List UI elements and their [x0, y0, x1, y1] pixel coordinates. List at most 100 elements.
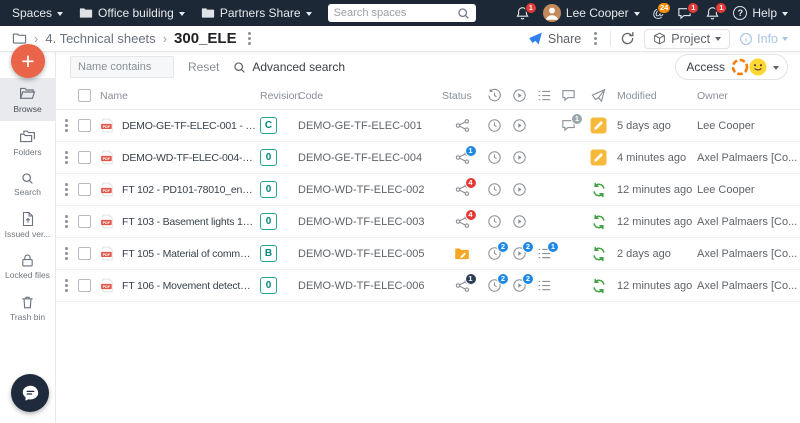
row-menu-button[interactable]	[56, 181, 76, 198]
workflow-icon[interactable]: 2	[512, 241, 534, 261]
header-revision-history-icon[interactable]	[482, 88, 507, 103]
revision-badge[interactable]: C	[260, 117, 277, 134]
sync-workflow-icon[interactable]	[591, 246, 607, 262]
status-flow-icon[interactable]: 4	[455, 209, 477, 229]
sidebar-item-issued-versions[interactable]: Issued ver...	[0, 204, 55, 246]
name-filter-input[interactable]	[70, 56, 174, 78]
table-row[interactable]: PDF DEMO-WD-TF-ELEC-004-FT 104... 0 DEMO-GE…	[56, 142, 800, 174]
row-checkbox[interactable]	[78, 119, 91, 132]
revision-history-icon[interactable]: 2	[487, 241, 509, 261]
sidebar-item-folders[interactable]: Folders	[0, 121, 55, 164]
revision-history-icon[interactable]: 2	[487, 273, 509, 293]
checklist-icon[interactable]: 1	[537, 241, 559, 261]
refresh-button[interactable]	[620, 31, 635, 46]
sync-workflow-icon[interactable]	[591, 182, 607, 198]
row-menu-button[interactable]	[56, 117, 76, 134]
checklist-icon[interactable]	[537, 278, 552, 293]
advanced-search-button[interactable]: Advanced search	[233, 60, 345, 74]
table-row[interactable]: PDF FT 102 - PD101-78010_engb.pdf 0 DEMO-WD…	[56, 174, 800, 206]
messages-button[interactable]: 1	[677, 1, 700, 21]
sidebar-item-trash-bin[interactable]: Trash bin	[0, 288, 55, 329]
header-checklist-icon[interactable]	[532, 88, 557, 103]
header-owner[interactable]: Owner	[697, 90, 800, 102]
revision-badge[interactable]: 0	[260, 213, 277, 230]
sidebar-item-browse[interactable]: Browse	[0, 78, 55, 122]
row-menu-button[interactable]	[56, 245, 76, 262]
user-menu[interactable]: Lee Cooper	[542, 4, 640, 22]
file-name[interactable]: DEMO-GE-TF-ELEC-001 - FT 101...	[122, 120, 256, 132]
sync-workflow-icon[interactable]	[591, 214, 607, 230]
spaces-search-box[interactable]	[327, 4, 476, 22]
mentions-button[interactable]: @ 24	[653, 1, 672, 21]
row-checkbox[interactable]	[78, 183, 91, 196]
folder-menu-button[interactable]	[244, 30, 255, 47]
revision-history-icon[interactable]	[487, 182, 502, 197]
row-checkbox[interactable]	[78, 279, 91, 292]
sidebar-item-locked-files[interactable]: Locked files	[0, 246, 55, 287]
spaces-menu[interactable]: Spaces	[12, 6, 64, 20]
table-row[interactable]: PDF FT 103 - Basement lights 1x28... 0 DEMO…	[56, 206, 800, 238]
reset-button[interactable]: Reset	[188, 60, 219, 74]
file-name[interactable]: FT 106 - Movement detector Pa...	[122, 280, 256, 292]
header-modified[interactable]: Modified	[617, 90, 697, 102]
revision-history-icon[interactable]	[487, 214, 502, 229]
revision-history-icon[interactable]	[487, 118, 502, 133]
header-comments-icon[interactable]	[557, 88, 580, 103]
workflow-icon[interactable]: 2	[512, 273, 534, 293]
draft-status-icon[interactable]	[454, 246, 470, 262]
workflow-icon[interactable]	[512, 214, 527, 229]
share-button[interactable]: Share	[528, 31, 581, 46]
select-all-checkbox[interactable]	[78, 89, 91, 102]
workflow-icon[interactable]	[512, 182, 527, 197]
header-status[interactable]: Status	[442, 90, 482, 102]
revision-badge[interactable]: 0	[260, 149, 277, 166]
row-menu-button[interactable]	[56, 149, 76, 166]
file-name[interactable]: FT 102 - PD101-78010_engb.pdf	[122, 184, 256, 196]
header-code[interactable]: Code	[298, 90, 442, 102]
header-notify-icon[interactable]	[580, 88, 617, 103]
space-selector[interactable]: Office building	[79, 6, 185, 20]
row-checkbox[interactable]	[78, 247, 91, 260]
add-document-button[interactable]: +	[11, 44, 45, 78]
spaces-search-input[interactable]	[333, 7, 453, 19]
revision-badge[interactable]: B	[260, 245, 277, 262]
status-cell	[442, 246, 482, 262]
edit-draft-icon[interactable]	[590, 117, 607, 134]
sync-workflow-icon[interactable]	[591, 278, 607, 294]
row-menu-button[interactable]	[56, 277, 76, 294]
revision-badge[interactable]: 0	[260, 181, 277, 198]
table-row[interactable]: PDF DEMO-GE-TF-ELEC-001 - FT 101... C DEMO-…	[56, 110, 800, 142]
breadcrumb-parent-link[interactable]: 4. Technical sheets	[45, 31, 155, 46]
file-name[interactable]: FT 103 - Basement lights 1x28...	[122, 216, 256, 228]
sidebar-item-search[interactable]: Search	[0, 165, 55, 204]
access-button[interactable]: Access	[675, 54, 788, 80]
header-workflow-icon[interactable]	[507, 88, 532, 103]
revision-history-icon[interactable]	[487, 150, 502, 165]
shared-space-selector[interactable]: Partners Share	[201, 6, 312, 20]
workflow-icon[interactable]	[512, 150, 527, 165]
info-button[interactable]: Info	[739, 32, 788, 46]
row-checkbox[interactable]	[78, 215, 91, 228]
status-flow-icon[interactable]: 4	[455, 177, 477, 197]
status-flow-icon[interactable]	[455, 118, 470, 133]
more-actions-menu[interactable]	[590, 30, 601, 47]
header-revision[interactable]: Revision	[260, 90, 300, 102]
status-flow-icon[interactable]: 1	[455, 273, 477, 293]
comments-icon[interactable]: 1	[561, 113, 583, 133]
table-row[interactable]: PDF FT 106 - Movement detector Pa... 0 DEMO…	[56, 270, 800, 302]
status-flow-icon[interactable]: 1	[455, 145, 477, 165]
help-menu[interactable]: ? Help	[733, 6, 788, 20]
edit-draft-icon[interactable]	[590, 149, 607, 166]
revision-badge[interactable]: 0	[260, 277, 277, 294]
table-row[interactable]: PDF FT 105 - Material of common ta... B DEM…	[56, 238, 800, 270]
workflow-icon[interactable]	[512, 118, 527, 133]
alerts-bell-button[interactable]: 1	[705, 1, 728, 21]
notifications-bell-button[interactable]: 1	[515, 1, 537, 21]
file-name[interactable]: FT 105 - Material of common ta...	[122, 248, 256, 260]
header-name[interactable]: Name	[100, 90, 260, 102]
row-menu-button[interactable]	[56, 213, 76, 230]
row-checkbox[interactable]	[78, 151, 91, 164]
project-view-button[interactable]: Project	[644, 28, 731, 49]
file-name[interactable]: DEMO-WD-TF-ELEC-004-FT 104...	[122, 152, 256, 164]
support-chat-button[interactable]	[11, 374, 49, 412]
